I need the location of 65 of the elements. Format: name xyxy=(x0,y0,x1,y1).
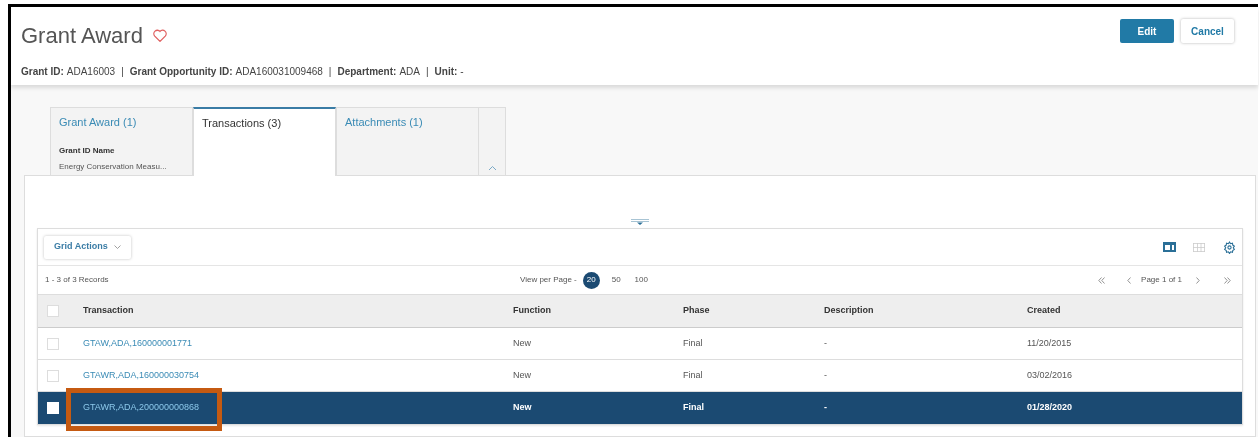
meta-value: ADA xyxy=(399,65,420,79)
table-row[interactable]: GTAWR,ADA,200000000868 New Final - 01/28/2020 xyxy=(38,392,1242,424)
cancel-button[interactable]: Cancel xyxy=(1181,19,1234,43)
table-cell: - xyxy=(824,402,827,413)
first-page-icon[interactable] xyxy=(1098,276,1106,284)
caret-icon xyxy=(113,245,121,249)
tab-field-value: Energy Conservation Measu... xyxy=(59,160,168,173)
column-header[interactable]: Phase xyxy=(683,305,710,316)
separator: | xyxy=(121,65,124,79)
separator: | xyxy=(328,65,332,79)
table-cell: - xyxy=(824,337,827,348)
table-cell: 11/20/2015 xyxy=(1027,337,1072,348)
page-info: Page 1 of 1 xyxy=(1141,274,1182,286)
meta-value: - xyxy=(460,65,464,79)
edit-button[interactable]: Edit xyxy=(1120,19,1174,43)
meta-label: Unit: xyxy=(434,65,458,79)
column-header[interactable]: Function xyxy=(513,305,551,316)
meta-value: ADA16003 xyxy=(66,65,116,79)
table-cell: New xyxy=(513,369,531,380)
settings-icon[interactable] xyxy=(1223,240,1236,254)
transaction-link[interactable]: GTAWR,ADA,160000030754 xyxy=(83,369,200,380)
page-size-option[interactable]: 20 xyxy=(582,271,600,289)
next-page-icon[interactable] xyxy=(1196,276,1200,284)
meta-label: Grant Opportunity ID: xyxy=(129,65,233,79)
tab-label: Transactions (3) xyxy=(202,116,283,131)
table-cell: - xyxy=(824,369,827,380)
transaction-link[interactable]: GTAWR,ADA,200000000868 xyxy=(83,402,200,413)
meta-label: Department: xyxy=(337,65,397,79)
tab-field-label: Grant ID Name xyxy=(59,144,116,157)
table-cell: Final xyxy=(683,337,703,348)
card-view-icon[interactable] xyxy=(1163,242,1176,252)
row-checkbox[interactable] xyxy=(47,369,59,382)
page-title: Grant Award xyxy=(21,22,143,50)
column-header[interactable]: Description xyxy=(824,305,874,316)
column-header[interactable]: Transaction xyxy=(83,305,134,316)
table-row[interactable]: GTAW,ADA,160000001771 New Final - 11/20/2015 xyxy=(38,328,1242,360)
last-page-icon[interactable] xyxy=(1224,276,1231,284)
heart-icon[interactable] xyxy=(152,29,167,42)
tab-label: Grant Award (1) xyxy=(59,115,138,130)
table-cell: Final xyxy=(683,402,704,413)
meta-label: Grant ID: xyxy=(21,65,64,79)
previous-page-icon[interactable] xyxy=(1127,276,1132,284)
transaction-link[interactable]: GTAW,ADA,160000001771 xyxy=(83,337,193,348)
grid-actions-button[interactable]: Grid Actions xyxy=(44,235,131,259)
table-cell: New xyxy=(513,337,531,348)
chevron-up-icon xyxy=(487,165,497,171)
row-checkbox[interactable] xyxy=(47,337,59,350)
table-cell: New xyxy=(513,402,532,413)
filter-expand-icon[interactable] xyxy=(631,219,649,225)
view-per-page-label: View per Page - xyxy=(520,274,577,286)
tab-label: Attachments (1) xyxy=(345,115,424,130)
table-cell: 01/28/2020 xyxy=(1027,402,1073,413)
page-size-option[interactable]: 50 xyxy=(607,271,625,289)
tab[interactable]: Attachments (1) xyxy=(336,107,479,175)
table-cell: Final xyxy=(683,369,703,380)
grid-view-icon[interactable] xyxy=(1193,242,1205,252)
select-all-checkbox[interactable] xyxy=(47,305,59,317)
meta-value: ADA160031009468 xyxy=(235,65,323,79)
separator: | xyxy=(425,65,429,79)
tab[interactable]: Transactions (3) xyxy=(193,107,336,176)
page-size-option[interactable]: 100 xyxy=(632,271,650,289)
table-cell: 03/02/2016 xyxy=(1027,369,1073,380)
column-header[interactable]: Created xyxy=(1027,305,1061,316)
records-count: 1 - 3 of 3 Records xyxy=(45,274,110,286)
tab[interactable]: Grant Award (1) Grant ID Name Energy Conservation Measu... xyxy=(50,107,193,175)
